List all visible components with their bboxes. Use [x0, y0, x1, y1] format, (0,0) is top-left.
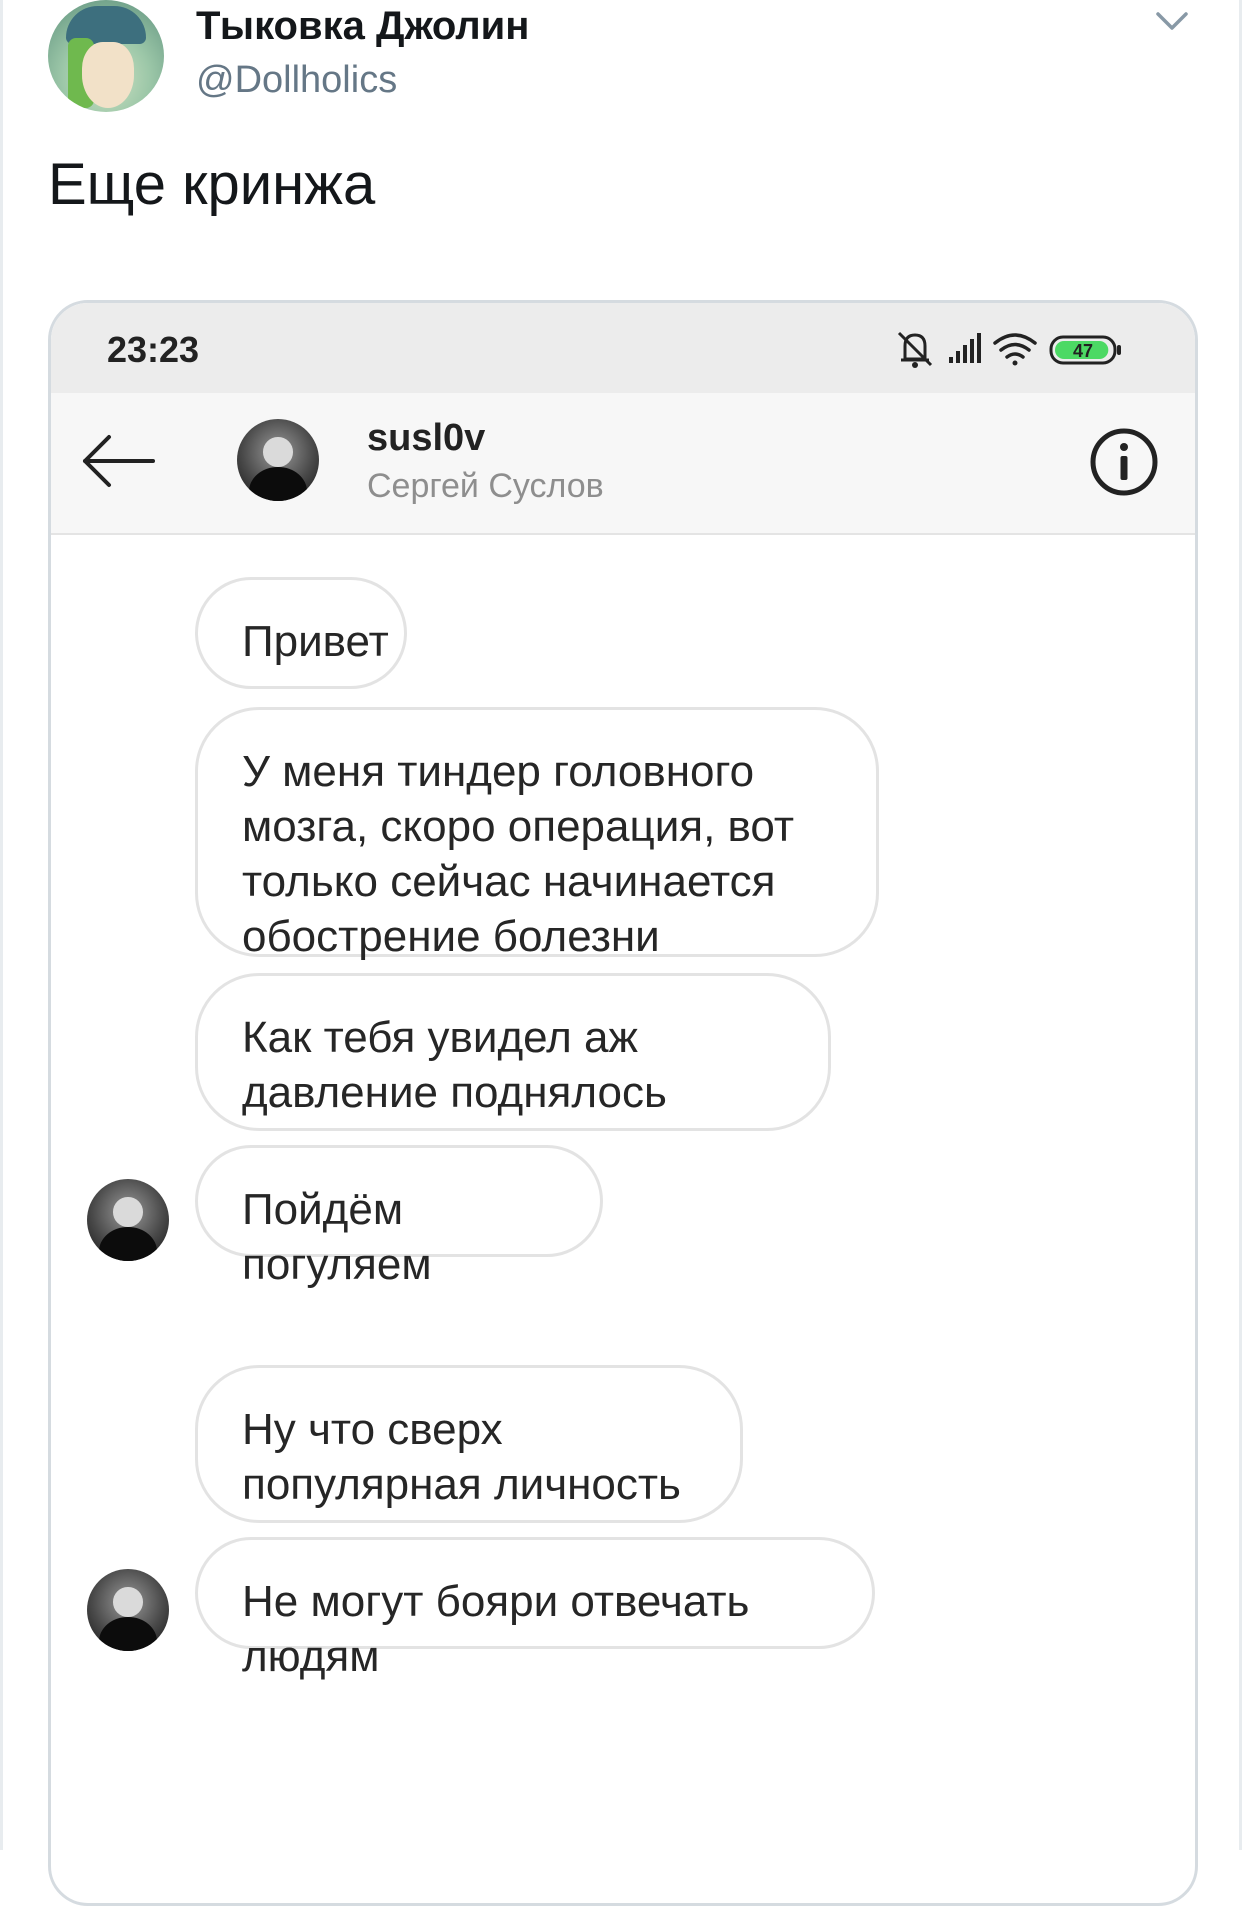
status-icons: 47 [897, 331, 1121, 368]
info-icon[interactable] [1089, 427, 1159, 497]
message-bubble[interactable]: Пойдём погуляем [195, 1145, 603, 1289]
signal-icon [949, 333, 981, 363]
battery-icon: 47 [1049, 335, 1121, 365]
tweet-text: Еще кринжа [48, 152, 376, 217]
avatar[interactable] [87, 1569, 169, 1651]
battery-level: 47 [1073, 341, 1093, 361]
tweet-display-name[interactable]: Тыковка Джолин [196, 0, 529, 52]
phone-status-bar: 23:23 47 [51, 303, 1195, 393]
tweet-handle[interactable]: @Dollholics [196, 56, 397, 104]
page-border-left [0, 0, 3, 1850]
status-time: 23:23 [107, 329, 200, 370]
message-bubble[interactable]: Ну что сверх популярная личность [195, 1365, 743, 1523]
avatar[interactable] [87, 1179, 169, 1261]
mute-bell-icon [897, 331, 933, 368]
chat-header: susl0v Сергей Суслов [51, 393, 1195, 535]
tweet-media-screenshot[interactable]: 23:23 47 susl0v Сергей Суслов Привет У м… [48, 300, 1198, 1906]
chevron-down-icon[interactable] [1154, 6, 1190, 36]
message-bubble[interactable]: У меня тиндер головного мозга, скоро опе… [195, 707, 879, 961]
message-bubble[interactable]: Не могут бояри отвечать людям [195, 1537, 875, 1681]
chat-username[interactable]: susl0v [367, 417, 485, 460]
wifi-icon [993, 333, 1037, 366]
message-bubble[interactable]: Привет [195, 577, 407, 689]
back-arrow-icon[interactable] [81, 433, 157, 489]
anime-avatar-icon[interactable] [48, 0, 164, 112]
avatar[interactable] [237, 419, 319, 501]
chat-full-name: Сергей Суслов [367, 467, 604, 505]
message-bubble[interactable]: Как тебя увидел аж давление поднялось [195, 973, 831, 1131]
